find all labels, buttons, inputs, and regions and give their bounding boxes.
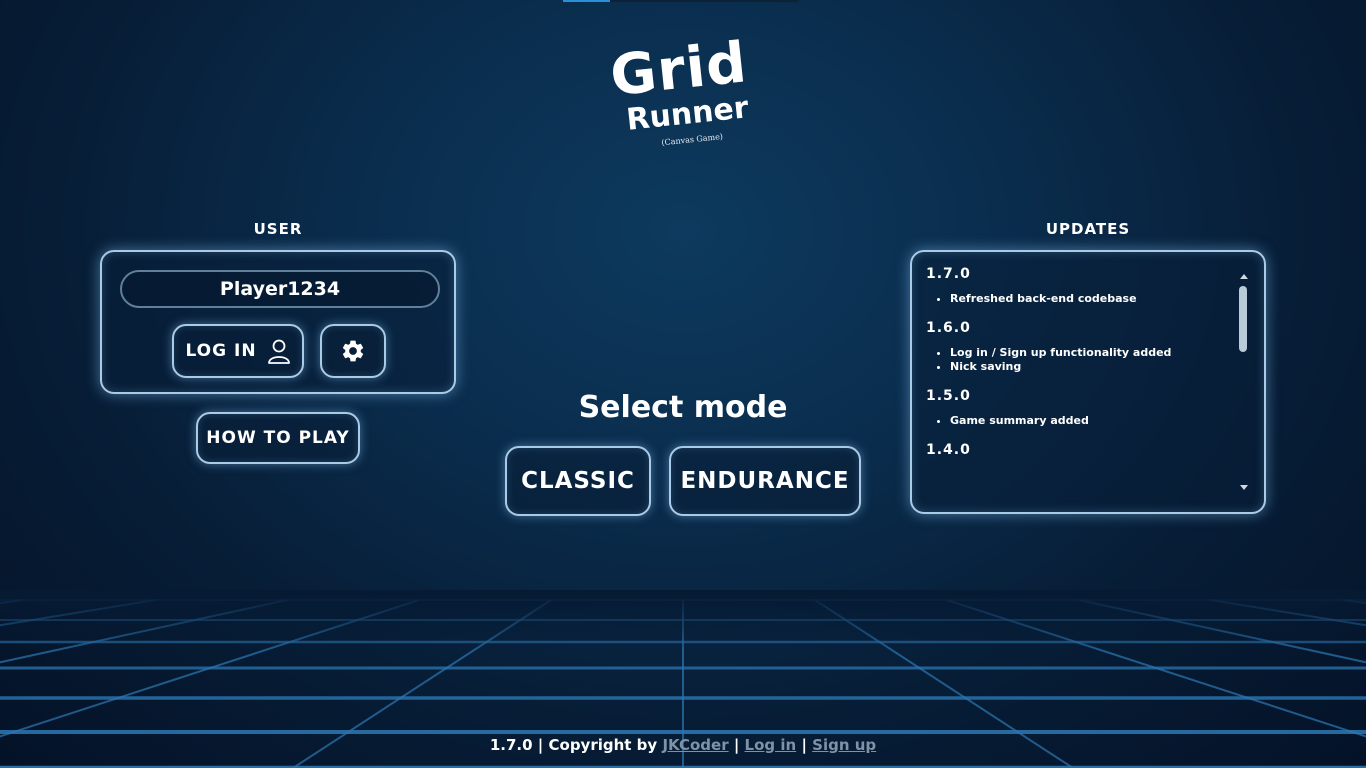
footer-signup-link[interactable]: Sign up: [812, 736, 876, 754]
update-change-item: Game summary added: [950, 414, 1234, 428]
how-to-play-button[interactable]: HOW TO PLAY: [196, 412, 360, 464]
login-button-label: LOG IN: [185, 341, 257, 361]
update-version: 1.6.0: [926, 320, 971, 336]
update-version: 1.4.0: [926, 442, 971, 458]
updates-list[interactable]: 1.7.0 Refreshed back-end codebase 1.6.0 Log…: [926, 266, 1234, 502]
update-version: 1.5.0: [926, 388, 971, 404]
scrollbar-thumb[interactable]: [1239, 286, 1247, 352]
update-changes-list: Log in / Sign up functionality addedNick…: [926, 346, 1234, 374]
update-change-item: Log in / Sign up functionality added: [950, 346, 1234, 360]
updates-scrollbar[interactable]: [1238, 272, 1250, 492]
user-icon: [267, 338, 291, 364]
classic-mode-label: CLASSIC: [521, 468, 635, 494]
select-mode-title: Select mode: [578, 390, 788, 425]
user-section-title: USER: [253, 220, 303, 238]
classic-mode-button[interactable]: CLASSIC: [505, 446, 651, 516]
scroll-down-arrow-icon[interactable]: [1240, 485, 1248, 490]
endurance-mode-label: ENDURANCE: [680, 468, 850, 494]
footer-separator: |: [733, 736, 740, 754]
footer-separator: |: [537, 736, 544, 754]
footer-copyright: Copyright by: [548, 736, 658, 754]
loading-progress-fill: [563, 0, 611, 2]
endurance-mode-button[interactable]: ENDURANCE: [669, 446, 861, 516]
footer-login-link[interactable]: Log in: [745, 736, 797, 754]
loading-progress-bar: [563, 0, 799, 2]
footer-separator: |: [801, 736, 807, 754]
game-logo: Grid Runner (Canvas Game): [606, 30, 758, 167]
updates-section-title: UPDATES: [1045, 220, 1131, 238]
footer: 1.7.0 | Copyright by JKCoder | Log in | …: [0, 736, 1366, 754]
how-to-play-label: HOW TO PLAY: [206, 428, 350, 448]
update-changes-list: Game summary added: [926, 414, 1234, 428]
updates-panel: 1.7.0 Refreshed back-end codebase 1.6.0 Log…: [910, 250, 1266, 514]
login-button[interactable]: LOG IN: [172, 324, 304, 378]
settings-button[interactable]: [320, 324, 386, 378]
update-change-item: Nick saving: [950, 360, 1234, 374]
footer-version: 1.7.0: [489, 736, 533, 754]
update-changes-list: Refreshed back-end codebase: [926, 292, 1234, 306]
user-panel: Player1234 LOG IN: [100, 250, 456, 394]
gear-icon: [340, 338, 366, 364]
scroll-up-arrow-icon[interactable]: [1240, 274, 1248, 279]
update-change-item: Refreshed back-end codebase: [950, 292, 1234, 306]
footer-author-link[interactable]: JKCoder: [662, 736, 728, 754]
nickname-field[interactable]: Player1234: [120, 270, 440, 308]
update-version: 1.7.0: [926, 266, 971, 282]
